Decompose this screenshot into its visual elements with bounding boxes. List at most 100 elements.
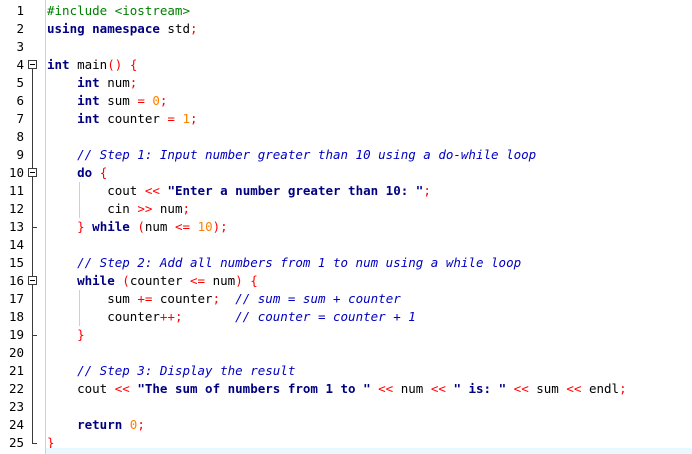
code-line[interactable]: // Step 2: Add all numbers from 1 to num… (47, 254, 521, 272)
code-token: while (92, 219, 130, 234)
code-line[interactable]: #include <iostream> (47, 2, 190, 20)
code-line[interactable]: cout << "Enter a number greater than 10:… (47, 182, 431, 200)
code-token: ; (129, 75, 138, 90)
code-line[interactable]: int counter = 1; (47, 110, 197, 128)
code-token: ; (212, 291, 221, 306)
code-token: <= (174, 219, 191, 234)
code-token: counter (47, 309, 160, 324)
code-token: { (250, 273, 258, 288)
code-token: // Step 1: Input number greater than 10 … (47, 147, 537, 162)
code-token: num (152, 201, 183, 216)
code-token: ); (212, 219, 228, 234)
fold-range-line (32, 285, 33, 335)
code-token: std (159, 21, 190, 36)
code-line[interactable]: // Step 3: Display the result (47, 362, 295, 380)
code-token: endl (581, 381, 620, 396)
code-line[interactable]: int main() { (47, 56, 137, 74)
code-token: { (129, 57, 138, 72)
code-token: // Step 2: Add all numbers from 1 to num… (47, 255, 522, 270)
code-token: int (77, 75, 100, 90)
code-line[interactable]: counter++; // counter = counter + 1 (47, 308, 416, 326)
code-line[interactable]: int num; (47, 74, 137, 92)
code-token: counter (129, 273, 191, 288)
code-token: ( (137, 219, 145, 234)
code-editor[interactable]: 1 2 3 4 5 6 7 8 9 10 11 12 13 14 15 16 17 18 19 20 21 22 23 24 2… (0, 0, 692, 454)
code-token: cin (47, 201, 138, 216)
code-line[interactable]: // Step 1: Input number greater than 10 … (47, 146, 536, 164)
code-line[interactable]: int sum = 0; (47, 92, 167, 110)
line-number: 7 (16, 111, 24, 126)
code-line[interactable]: } while (num <= 10); (47, 218, 228, 236)
code-token: "The sum of numbers from 1 to " (137, 381, 371, 396)
code-token: ++; (159, 309, 183, 324)
code-token: int (77, 111, 100, 126)
line-number: 18 (8, 309, 24, 324)
code-token: = (137, 93, 145, 108)
code-line[interactable]: while (counter <= num) { (47, 272, 258, 290)
line-number: 22 (8, 381, 24, 396)
code-token: 0 (152, 93, 160, 108)
code-line[interactable]: } (47, 326, 85, 344)
fold-toggle-icon[interactable] (28, 60, 37, 69)
code-token: ; (423, 183, 431, 198)
line-number: 20 (8, 345, 24, 360)
fold-toggle-icon[interactable] (28, 168, 37, 177)
code-token: ) (235, 273, 243, 288)
code-token: << (144, 183, 160, 198)
line-number: 10 (8, 165, 24, 180)
code-token: cout (47, 183, 145, 198)
code-token: sum (99, 93, 138, 108)
line-number: 24 (8, 417, 24, 432)
code-line[interactable]: cin >> num; (47, 200, 190, 218)
code-token: num (205, 273, 236, 288)
code-token: // sum = sum + counter (235, 291, 401, 306)
code-line[interactable]: do { (47, 164, 107, 182)
code-token: ( (122, 273, 130, 288)
line-number: 11 (8, 183, 24, 198)
code-line[interactable]: sum += counter; // sum = sum + counter (47, 290, 401, 308)
fold-range-line (32, 69, 33, 443)
line-number: 14 (8, 237, 24, 252)
gutter-divider (45, 0, 46, 454)
code-token: sum (528, 381, 567, 396)
fold-end-marker (32, 335, 37, 336)
current-line-highlight (46, 448, 692, 454)
code-token: counter (99, 111, 168, 126)
code-token: () (107, 57, 123, 72)
code-token: main (69, 57, 108, 72)
line-number: 4 (16, 57, 24, 72)
code-token: 1 (182, 111, 191, 126)
code-line[interactable]: using namespace std; (47, 20, 198, 38)
code-token: } (77, 327, 85, 342)
code-token: num (393, 381, 431, 396)
code-token: int (77, 93, 100, 108)
code-token: = (167, 111, 175, 126)
indent-guide (79, 290, 80, 326)
fold-toggle-icon[interactable] (28, 276, 37, 285)
line-number: 2 (16, 21, 24, 36)
code-token: << (378, 381, 394, 396)
line-number: 3 (16, 39, 24, 54)
code-line[interactable]: return 0; (47, 416, 145, 434)
code-line[interactable]: cout << "The sum of numbers from 1 to " … (47, 380, 627, 398)
code-token: ; (137, 417, 145, 432)
code-token: << (114, 381, 130, 396)
fold-end-marker (32, 227, 37, 228)
code-token: num (144, 219, 175, 234)
code-token: << (430, 381, 446, 396)
code-token: counter (152, 291, 213, 306)
code-token: return (77, 417, 123, 432)
code-token: "Enter a number greater than 10: " (167, 183, 424, 198)
code-token: << (566, 381, 582, 396)
code-token: { (99, 165, 108, 180)
